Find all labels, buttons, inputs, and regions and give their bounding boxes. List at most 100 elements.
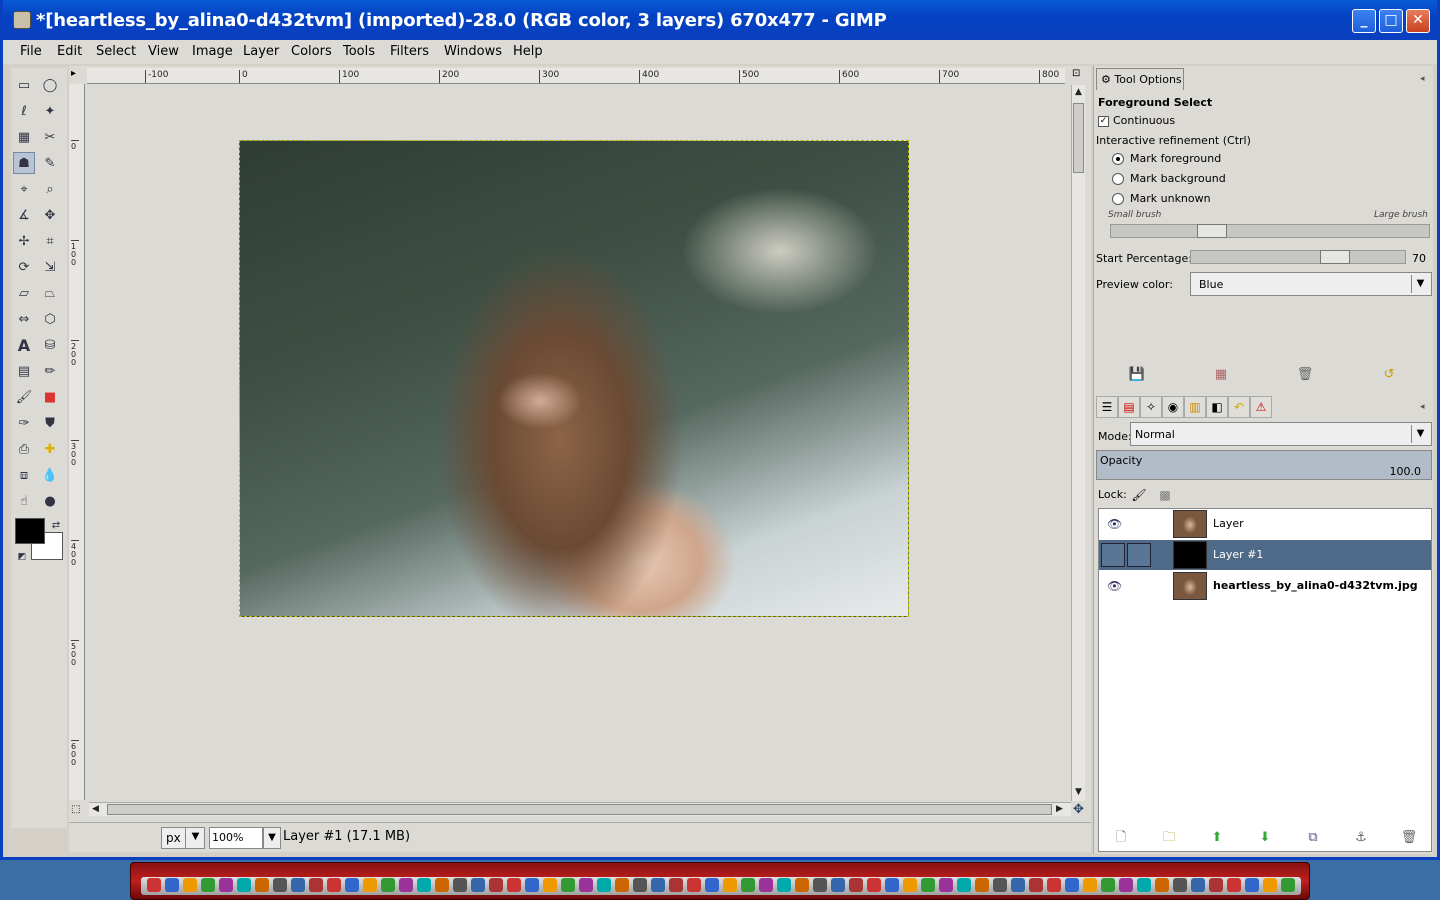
tab-brushes[interactable]: ◉ bbox=[1162, 396, 1184, 418]
taskbar-app-icon[interactable] bbox=[1137, 878, 1151, 892]
taskbar-app-icon[interactable] bbox=[399, 878, 413, 892]
title-bar[interactable]: *[heartless_by_alina0-d432tvm] (imported… bbox=[3, 0, 1437, 40]
taskbar-app-icon[interactable] bbox=[381, 878, 395, 892]
anchor-layer-icon[interactable]: ⚓ bbox=[1350, 827, 1372, 849]
fuzzy-select-icon[interactable]: ✦ bbox=[39, 100, 61, 122]
taskbar-app-icon[interactable] bbox=[291, 878, 305, 892]
tab-paths[interactable]: ✧ bbox=[1140, 396, 1162, 418]
menu-select[interactable]: Select bbox=[96, 44, 136, 59]
taskbar-app-icon[interactable] bbox=[615, 878, 629, 892]
taskbar-app-icon[interactable] bbox=[543, 878, 557, 892]
menu-windows[interactable]: Windows bbox=[444, 44, 502, 59]
menu-colors[interactable]: Colors bbox=[291, 44, 332, 59]
scroll-up-icon[interactable]: ▲ bbox=[1075, 87, 1082, 97]
taskbar-app-icon[interactable] bbox=[147, 878, 161, 892]
taskbar-app-icon[interactable] bbox=[705, 878, 719, 892]
taskbar-app-icon[interactable] bbox=[903, 878, 917, 892]
color-select-icon[interactable]: ▦ bbox=[13, 126, 35, 148]
minimize-button[interactable]: _ bbox=[1352, 9, 1376, 33]
taskbar-app-icon[interactable] bbox=[651, 878, 665, 892]
tab-error-console[interactable]: ⚠ bbox=[1250, 396, 1272, 418]
layer-mode-select[interactable]: Normal ▼ bbox=[1130, 422, 1432, 446]
foreground-color-swatch[interactable] bbox=[15, 518, 45, 544]
taskbar-app-icon[interactable] bbox=[1119, 878, 1133, 892]
continuous-option[interactable]: ✓ Continuous bbox=[1098, 114, 1175, 127]
image-canvas[interactable] bbox=[239, 140, 909, 617]
taskbar-app-icon[interactable] bbox=[885, 878, 899, 892]
menu-layer[interactable]: Layer bbox=[243, 44, 279, 59]
taskbar-app-icon[interactable] bbox=[579, 878, 593, 892]
zoom-icon[interactable]: ⌕ bbox=[39, 178, 61, 200]
taskbar-app-icon[interactable] bbox=[1155, 878, 1169, 892]
reset-options-icon[interactable]: ↺ bbox=[1378, 364, 1400, 386]
taskbar-app-icon[interactable] bbox=[525, 878, 539, 892]
taskbar-app-icon[interactable] bbox=[489, 878, 503, 892]
ellipse-select-icon[interactable]: ◯ bbox=[39, 74, 61, 96]
layer-row[interactable]: 👁 Layer bbox=[1099, 509, 1431, 539]
menu-edit[interactable]: Edit bbox=[57, 44, 82, 59]
zoom-fit-icon[interactable]: ⊡ bbox=[1072, 68, 1080, 79]
visibility-toggle-box[interactable] bbox=[1101, 543, 1125, 567]
radio-button[interactable] bbox=[1112, 193, 1124, 205]
paintbrush-icon[interactable]: 🖌 bbox=[13, 386, 35, 408]
taskbar-app-icon[interactable] bbox=[831, 878, 845, 892]
move-icon[interactable]: ✥ bbox=[39, 204, 61, 226]
radio-mark-foreground[interactable]: Mark foreground bbox=[1112, 152, 1221, 165]
taskbar-app-icon[interactable] bbox=[939, 878, 953, 892]
vertical-ruler[interactable]: 0 100 200 300 400 500 600 bbox=[69, 84, 85, 800]
crop-icon[interactable]: ⌗ bbox=[39, 230, 61, 252]
taskbar-app-icon[interactable] bbox=[327, 878, 341, 892]
taskbar-app-icon[interactable] bbox=[669, 878, 683, 892]
perspective-clone-icon[interactable]: ⧈ bbox=[13, 464, 35, 486]
taskbar-app-icon[interactable] bbox=[1191, 878, 1205, 892]
canvas-viewport[interactable] bbox=[86, 85, 1071, 801]
scale-icon[interactable]: ⇲ bbox=[39, 256, 61, 278]
visibility-eye-icon[interactable]: 👁 bbox=[1107, 517, 1122, 531]
scroll-down-icon[interactable]: ▼ bbox=[1075, 787, 1082, 797]
taskbar-app-icon[interactable] bbox=[795, 878, 809, 892]
airbrush-icon[interactable]: ✑ bbox=[13, 412, 35, 434]
scroll-right-icon[interactable]: ▶ bbox=[1056, 804, 1063, 814]
lasso-icon[interactable]: ℓ bbox=[13, 100, 35, 122]
restore-options-icon[interactable]: ▦ bbox=[1210, 364, 1232, 386]
taskbar-app-icon[interactable] bbox=[975, 878, 989, 892]
start-percentage-slider-knob[interactable] bbox=[1320, 250, 1350, 264]
save-options-icon[interactable]: 💾 bbox=[1126, 364, 1148, 386]
gimp-app-icon[interactable] bbox=[13, 11, 31, 29]
duplicate-layer-icon[interactable]: ⧉ bbox=[1302, 827, 1324, 849]
taskbar-app-icon[interactable] bbox=[255, 878, 269, 892]
taskbar-app-icon[interactable] bbox=[471, 878, 485, 892]
clone-icon[interactable]: ⎙ bbox=[13, 438, 35, 460]
radio-mark-background[interactable]: Mark background bbox=[1112, 172, 1226, 185]
navigate-icon[interactable]: ✥ bbox=[1073, 802, 1084, 817]
quickmask-toggle-icon[interactable]: ⬚ bbox=[71, 804, 80, 815]
rect-select-icon[interactable]: ▭ bbox=[13, 74, 35, 96]
taskbar-app-icon[interactable] bbox=[741, 878, 755, 892]
horizontal-scrollbar[interactable]: ◀ ▶ bbox=[89, 802, 1071, 816]
chevron-down-icon[interactable]: ▼ bbox=[185, 827, 205, 849]
taskbar-app-icon[interactable] bbox=[1029, 878, 1043, 892]
vertical-scroll-thumb[interactable] bbox=[1073, 103, 1084, 173]
dock-menu-icon[interactable]: ◂ bbox=[1420, 74, 1425, 84]
scroll-left-icon[interactable]: ◀ bbox=[92, 804, 99, 814]
scissors-icon[interactable]: ✂ bbox=[39, 126, 61, 148]
taskbar-app-icon[interactable] bbox=[1065, 878, 1079, 892]
taskbar-app-icon[interactable] bbox=[273, 878, 287, 892]
lock-pixels-icon[interactable]: 🖌 bbox=[1128, 484, 1150, 506]
delete-layer-icon[interactable]: 🗑 bbox=[1398, 827, 1420, 849]
heal-icon[interactable]: ✚ bbox=[39, 438, 61, 460]
start-percentage-slider[interactable] bbox=[1190, 250, 1406, 264]
radio-mark-unknown[interactable]: Mark unknown bbox=[1112, 192, 1211, 205]
raise-layer-icon[interactable]: ⬆ bbox=[1206, 827, 1228, 849]
quickmask-menu-icon[interactable]: ▸ bbox=[71, 68, 76, 79]
taskbar-app-icon[interactable] bbox=[561, 878, 575, 892]
visibility-eye-icon[interactable]: 👁 bbox=[1107, 579, 1122, 593]
eraser-icon[interactable]: ■ bbox=[39, 386, 61, 408]
blend-icon[interactable]: ▤ bbox=[13, 360, 35, 382]
taskbar-app-icon[interactable] bbox=[1227, 878, 1241, 892]
taskbar-app-icon[interactable] bbox=[993, 878, 1007, 892]
radio-button[interactable] bbox=[1112, 173, 1124, 185]
taskbar-app-icon[interactable] bbox=[417, 878, 431, 892]
smudge-icon[interactable]: ☝ bbox=[13, 490, 35, 512]
lower-layer-icon[interactable]: ⬇ bbox=[1254, 827, 1276, 849]
